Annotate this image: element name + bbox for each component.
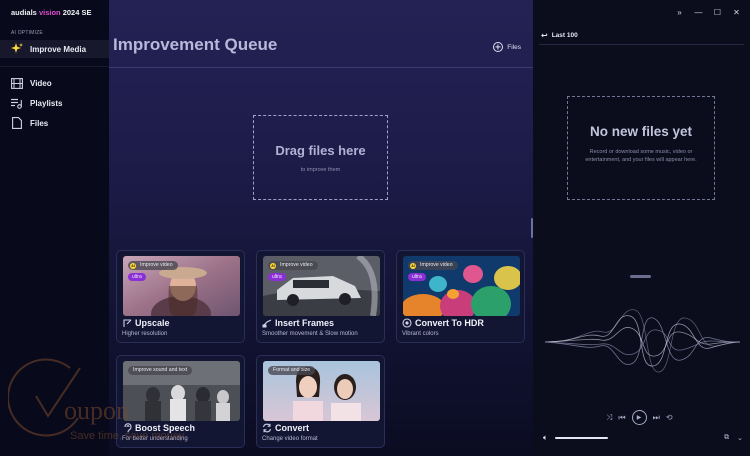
ultra-badge: ultra [268, 273, 286, 281]
title-divider [109, 67, 533, 68]
sidebar-item-playlists[interactable]: Playlists [0, 94, 109, 112]
card-title: Convert [262, 423, 309, 433]
add-files-label: Files [507, 43, 521, 51]
right-divider [539, 44, 744, 45]
previous-icon[interactable]: ⏮ [618, 413, 625, 423]
play-button[interactable]: ▶ [631, 410, 647, 425]
return-arrow-icon: ↩ [541, 31, 548, 40]
feature-card-convert-to-hdr[interactable]: AI Improve video ultra Convert To HDR Vib… [396, 250, 525, 343]
last-100-header[interactable]: ↩ Last 100 [541, 31, 578, 40]
card-title: Upscale [122, 318, 170, 328]
upscale-thumbnail: AI Improve video ultra [123, 256, 240, 316]
app-brand: audials vision 2024 SE [11, 8, 92, 17]
card-title: Insert Frames [262, 318, 334, 328]
brand-suffix: 2024 SE [62, 8, 92, 17]
ultra-badge: ultra [128, 273, 146, 281]
add-files-button[interactable]: Files [493, 41, 521, 53]
last-100-label: Last 100 [551, 32, 578, 39]
mini-player-icon[interactable]: ⧉ [724, 434, 729, 442]
expand-panel-icon[interactable]: » [670, 4, 689, 20]
shuffle-icon[interactable]: ⤨ [606, 413, 612, 423]
file-icon [10, 117, 23, 130]
volume-row: 🔈︎ ⧉ ⌄ [543, 432, 743, 444]
page-title: Improvement Queue [113, 35, 278, 54]
feature-card-upscale[interactable]: AI Improve video ultra Upscale Higher res… [116, 250, 245, 343]
ai-badge-icon: AI [130, 262, 136, 269]
drop-zone[interactable]: Drag files here to improve them [253, 115, 388, 200]
empty-state: No new files yet Record or download some… [567, 96, 715, 200]
frames-icon [262, 318, 272, 328]
sparkle-icon [10, 43, 23, 56]
card-subtitle: Higher resolution [122, 331, 168, 337]
ai-badge-icon: AI [410, 262, 416, 269]
convert-icon [262, 423, 272, 433]
speaker-icon[interactable]: 🔈︎ [543, 433, 548, 443]
audio-waveform [545, 309, 740, 373]
collapse-down-icon[interactable]: ⌄ [737, 434, 743, 442]
card-title: Convert To HDR [402, 318, 484, 328]
feature-card-insert-frames[interactable]: AI Improve video ultra Insert Frames Smoo… [256, 250, 385, 343]
hdr-icon [402, 318, 412, 328]
card-subtitle: Vibrant colors [402, 331, 439, 337]
window-controls: » — ☐ ✕ [670, 4, 746, 20]
sidebar-item-video[interactable]: Video [0, 74, 109, 92]
watermark-word: oupon [64, 396, 129, 425]
recent-files-panel: » — ☐ ✕ ↩ Last 100 No new files yet Reco… [533, 0, 750, 456]
insert-frames-thumbnail: AI Improve video ultra [263, 256, 380, 316]
card-subtitle: Change video format [262, 436, 318, 442]
playlist-icon [10, 97, 23, 110]
drop-zone-subtitle: to improve them [300, 166, 341, 173]
film-icon [10, 77, 23, 90]
card-pill: AI Improve video [268, 261, 318, 270]
sidebar-item-files[interactable]: Files [0, 114, 109, 132]
hdr-thumbnail: AI Improve video ultra [403, 256, 520, 316]
convert-thumbnail: Format and size [263, 361, 380, 421]
section-label: AI OPTIMIZE [11, 30, 43, 36]
sidebar-item-label: Improve Media [30, 44, 87, 54]
coupon-watermark: oupon Save time, save money [8, 356, 228, 456]
card-pill: AI Improve video [128, 261, 178, 270]
card-pill: AI Improve video [408, 261, 458, 270]
player-transport: ⤨ ⏮ ▶ ⏭ ⟲ [603, 410, 676, 425]
sidebar-item-label: Files [30, 118, 49, 128]
plus-circle-icon [493, 42, 504, 52]
upscale-icon [122, 318, 132, 328]
drop-zone-title: Drag files here [275, 142, 366, 158]
next-icon[interactable]: ⏭ [653, 413, 660, 423]
ultra-badge: ultra [408, 273, 426, 281]
sidebar-item-label: Video [30, 78, 52, 88]
watermark-slogan: Save time, save money [70, 430, 185, 442]
sidebar-item-label: Playlists [30, 98, 63, 108]
maximize-icon[interactable]: ☐ [708, 4, 727, 20]
empty-state-body: Record or download some music, video or … [585, 149, 697, 163]
nav-divider [0, 66, 109, 67]
card-subtitle: Smoother movement & Slow motion [262, 331, 358, 337]
empty-state-title: No new files yet [589, 124, 693, 139]
brand-accent: vision [38, 8, 61, 17]
volume-slider[interactable] [554, 437, 608, 439]
ai-badge-icon: AI [270, 262, 276, 269]
feature-card-convert[interactable]: Format and size Convert Change video for… [256, 355, 385, 448]
player-drag-handle[interactable] [630, 275, 651, 278]
minimize-icon[interactable]: — [689, 4, 708, 20]
close-icon[interactable]: ✕ [727, 4, 746, 20]
brand-prefix: audials [11, 8, 37, 17]
repeat-icon[interactable]: ⟲ [666, 413, 673, 422]
sidebar-item-improve-media[interactable]: Improve Media [0, 40, 109, 58]
card-pill: Format and size [268, 366, 316, 375]
